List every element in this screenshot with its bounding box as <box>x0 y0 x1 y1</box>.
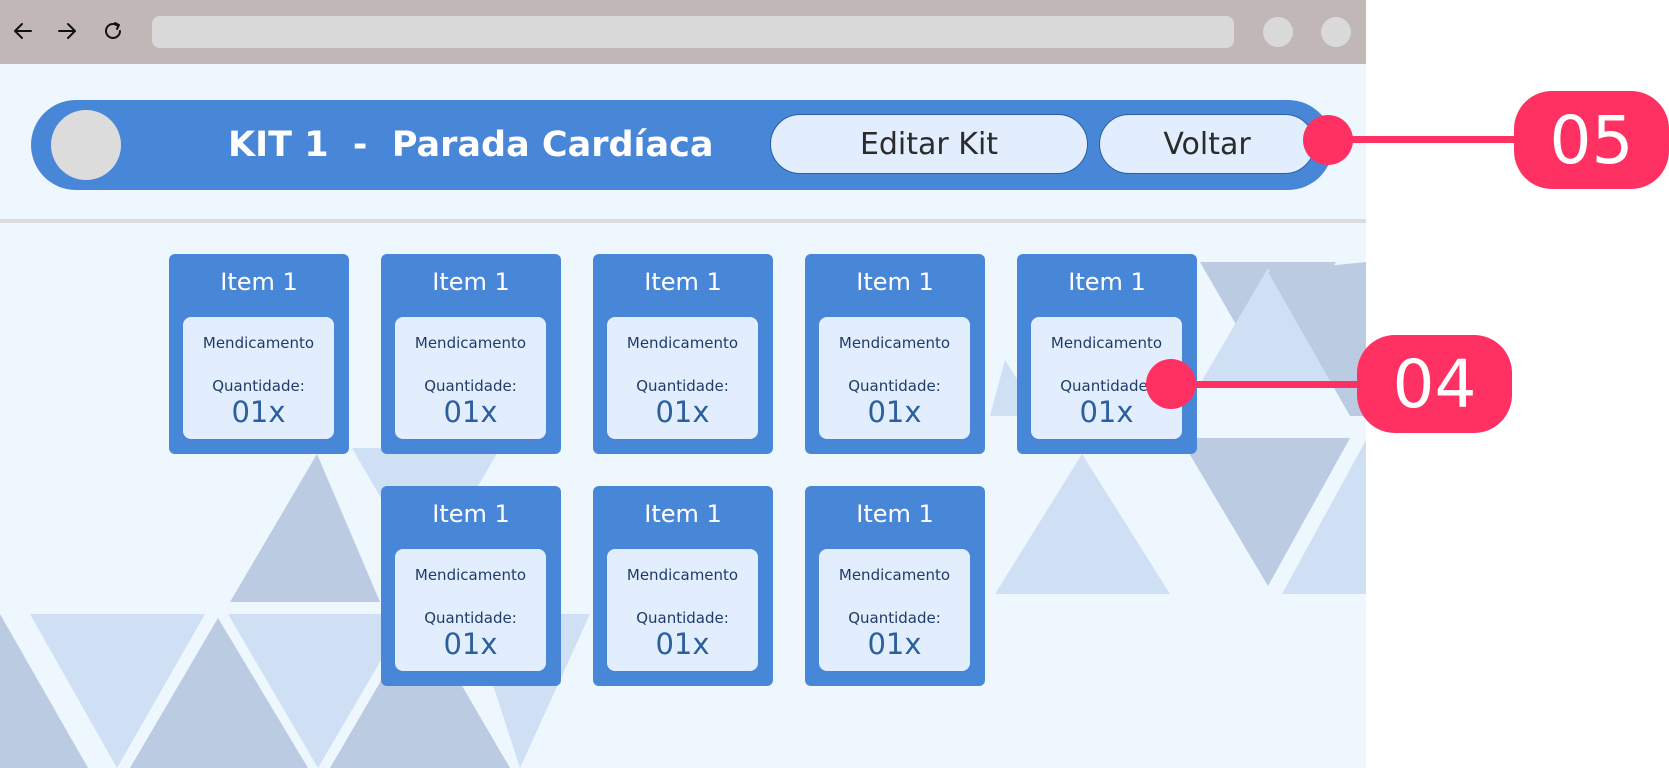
item-quantity-label: Quantidade: <box>636 609 729 627</box>
annotation-connector <box>1328 136 1518 143</box>
item-medication: Mendicamento <box>838 566 951 584</box>
item-card[interactable]: Item 1 Mendicamento Quantidade: 01x <box>381 486 561 686</box>
item-card[interactable]: Item 1 Mendicamento Quantidade: 01x <box>1017 254 1197 454</box>
item-details: Mendicamento Quantidade: 01x <box>819 549 970 671</box>
item-details: Mendicamento Quantidade: 01x <box>607 549 758 671</box>
item-title: Item 1 <box>856 268 934 296</box>
item-details: Mendicamento Quantidade: 01x <box>607 317 758 439</box>
item-card[interactable]: Item 1 Mendicamento Quantidade: 01x <box>593 486 773 686</box>
arrow-left-icon[interactable] <box>8 16 38 46</box>
back-button[interactable]: Voltar <box>1099 114 1315 174</box>
item-card[interactable]: Item 1 Mendicamento Quantidade: 01x <box>169 254 349 454</box>
window-control-button[interactable] <box>1321 17 1351 47</box>
item-title: Item 1 <box>220 268 298 296</box>
item-quantity-label: Quantidade: <box>848 609 941 627</box>
item-title: Item 1 <box>644 500 722 528</box>
item-quantity: 01x <box>867 627 922 661</box>
item-quantity: 01x <box>231 395 286 429</box>
item-card[interactable]: Item 1 Mendicamento Quantidade: 01x <box>381 254 561 454</box>
item-quantity: 01x <box>655 395 710 429</box>
item-quantity-label: Quantidade: <box>424 609 517 627</box>
item-title: Item 1 <box>1068 268 1146 296</box>
item-quantity: 01x <box>443 627 498 661</box>
item-medication: Mendicamento <box>1050 334 1163 352</box>
window-control-button[interactable] <box>1263 17 1293 47</box>
item-quantity: 01x <box>867 395 922 429</box>
browser-toolbar <box>0 0 1366 64</box>
header-divider <box>0 219 1366 223</box>
item-medication: Mendicamento <box>202 334 315 352</box>
item-quantity-label: Quantidade: <box>848 377 941 395</box>
item-card[interactable]: Item 1 Mendicamento Quantidade: 01x <box>805 254 985 454</box>
annotation-dot <box>1146 359 1196 409</box>
item-quantity: 01x <box>655 627 710 661</box>
item-title: Item 1 <box>432 268 510 296</box>
item-quantity: 01x <box>443 395 498 429</box>
annotation-dot <box>1303 115 1353 165</box>
item-medication: Mendicamento <box>414 334 527 352</box>
item-card[interactable]: Item 1 Mendicamento Quantidade: 01x <box>593 254 773 454</box>
item-details: Mendicamento Quantidade: 01x <box>395 549 546 671</box>
page-title: KIT 1 - Parada Cardíaca <box>228 125 714 165</box>
item-title: Item 1 <box>432 500 510 528</box>
item-medication: Mendicamento <box>626 334 739 352</box>
item-quantity-label: Quantidade: <box>212 377 305 395</box>
item-medication: Mendicamento <box>626 566 739 584</box>
item-medication: Mendicamento <box>414 566 527 584</box>
item-card[interactable]: Item 1 Mendicamento Quantidade: 01x <box>805 486 985 686</box>
item-details: Mendicamento Quantidade: 01x <box>183 317 334 439</box>
item-quantity-label: Quantidade: <box>636 377 729 395</box>
annotation-badge-05: 05 <box>1514 91 1669 189</box>
item-medication: Mendicamento <box>838 334 951 352</box>
url-bar[interactable] <box>152 16 1234 48</box>
avatar[interactable] <box>51 110 121 180</box>
arrow-right-icon[interactable] <box>52 16 82 46</box>
refresh-icon[interactable] <box>98 16 128 46</box>
edit-kit-button[interactable]: Editar Kit <box>770 114 1088 174</box>
item-quantity-label: Quantidade: <box>424 377 517 395</box>
annotation-badge-04: 04 <box>1357 335 1512 433</box>
annotation-connector <box>1170 381 1362 388</box>
item-title: Item 1 <box>644 268 722 296</box>
item-details: Mendicamento Quantidade: 01x <box>819 317 970 439</box>
item-title: Item 1 <box>856 500 934 528</box>
item-details: Mendicamento Quantidade: 01x <box>395 317 546 439</box>
